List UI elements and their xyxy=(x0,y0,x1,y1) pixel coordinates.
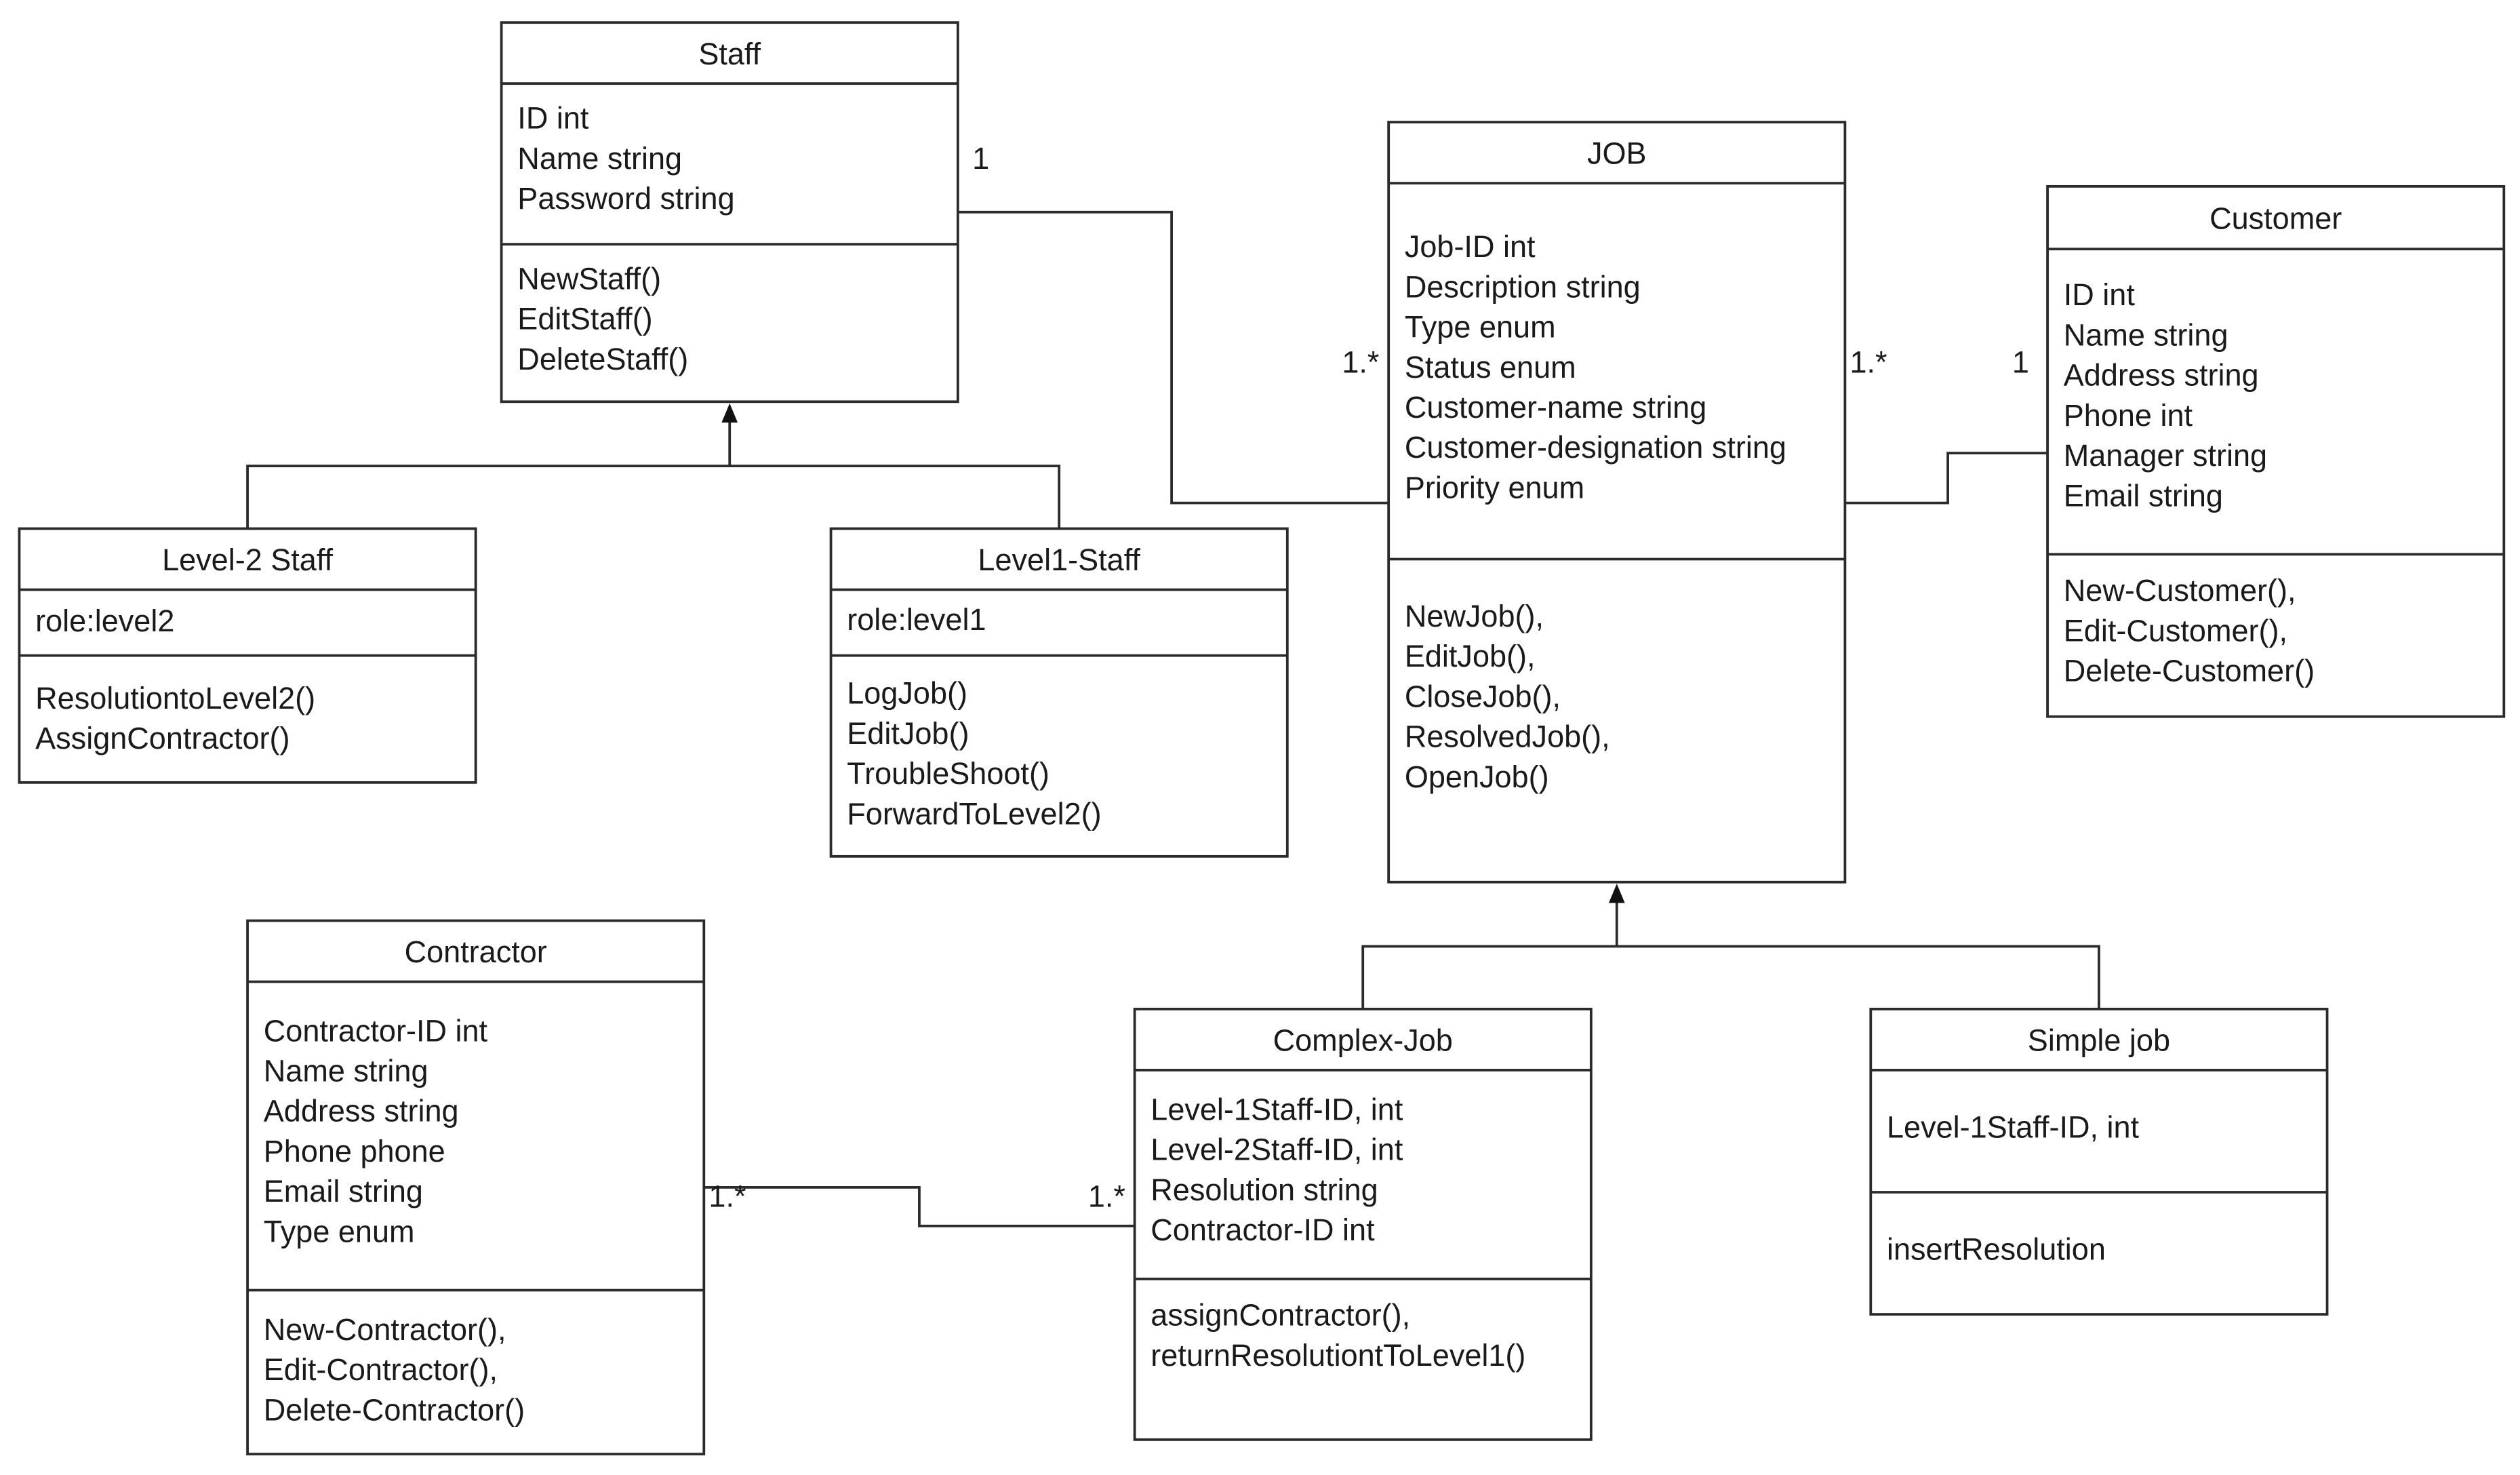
class-simple-job[interactable]: Simple job Level-1Staff-ID, int insertReso… xyxy=(1869,1008,2329,1316)
multiplicity-complexjob-side: 1.* xyxy=(1088,1179,1125,1213)
class-name: Simple job xyxy=(2028,1023,2170,1058)
class-attribute: Type enum xyxy=(1405,310,1556,345)
class-boxes: Staff ID int Name string Password string New… xyxy=(18,21,2506,1456)
class-method: ResolutiontoLevel2() xyxy=(35,681,315,715)
class-attribute: Level-2Staff-ID, int xyxy=(1151,1133,1403,1167)
class-contractor[interactable]: Contractor Contractor-ID int Name string Ad… xyxy=(246,919,706,1456)
class-attribute: Contractor-ID int xyxy=(1151,1213,1375,1247)
class-name: Staff xyxy=(698,37,761,71)
generalization-arrowhead-icon xyxy=(1608,884,1625,903)
class-attribute: Name string xyxy=(2064,317,2228,352)
multiplicity-staff-side: 1 xyxy=(972,141,989,176)
class-name: Level1-Staff xyxy=(978,543,1140,577)
class-name: Contractor xyxy=(405,935,547,969)
class-attribute: role:level1 xyxy=(847,602,986,637)
class-attribute: Name string xyxy=(517,141,682,176)
class-method: NewJob(), xyxy=(1405,599,1544,633)
class-method: OpenJob() xyxy=(1405,760,1549,794)
uml-class-diagram: 1 1.* 1.* 1 1.* 1.* Staff ID int Name stri… xyxy=(18,21,2506,1456)
class-method: Delete-Customer() xyxy=(2064,654,2315,688)
class-method: CloseJob(), xyxy=(1405,679,1561,713)
association-contractor-complexjob xyxy=(704,1186,1135,1227)
class-method: NewStaff() xyxy=(517,261,661,296)
class-method: ResolvedJob(), xyxy=(1405,720,1610,754)
class-method: EditJob(), xyxy=(1405,639,1536,673)
class-attribute: ID int xyxy=(517,101,589,136)
class-method: New-Contractor(), xyxy=(264,1312,506,1347)
class-attribute: Resolution string xyxy=(1151,1173,1378,1207)
multiplicity-job-right: 1.* xyxy=(1849,345,1887,380)
class-attribute: Description string xyxy=(1405,269,1641,304)
class-attribute: Phone int xyxy=(2064,398,2193,433)
class-name: Level-2 Staff xyxy=(162,543,333,577)
class-method: DeleteStaff() xyxy=(517,342,688,376)
association-staff-job xyxy=(957,210,1389,505)
class-customer[interactable]: Customer ID int Name string Address string P… xyxy=(2046,184,2506,718)
class-method: Edit-Contractor(), xyxy=(264,1352,498,1387)
class-method: TroubleShoot() xyxy=(847,756,1049,791)
class-name: JOB xyxy=(1587,136,1647,171)
class-attribute: role:level2 xyxy=(35,604,174,638)
class-method: insertResolution xyxy=(1887,1232,2106,1267)
class-attribute: Name string xyxy=(264,1054,428,1088)
class-attribute: Contractor-ID int xyxy=(264,1013,488,1048)
class-name: Customer xyxy=(2209,201,2342,236)
class-method: EditJob() xyxy=(847,716,969,751)
class-method: LogJob() xyxy=(847,676,967,711)
class-attribute: Email string xyxy=(264,1174,423,1208)
association-job-customer xyxy=(1845,452,2048,505)
class-attribute: Level-1Staff-ID, int xyxy=(1151,1092,1403,1126)
generalization-staff xyxy=(246,403,1061,529)
class-attribute: Customer-designation string xyxy=(1405,430,1786,465)
class-method: assignContractor(), xyxy=(1151,1298,1410,1333)
class-staff[interactable]: Staff ID int Name string Password string New… xyxy=(500,21,959,404)
class-attribute: Type enum xyxy=(264,1214,415,1248)
class-attribute: Status enum xyxy=(1405,350,1576,385)
class-method: Edit-Customer(), xyxy=(2064,613,2287,648)
class-attribute: Priority enum xyxy=(1405,470,1584,505)
class-attribute: Address string xyxy=(2064,358,2259,393)
class-job[interactable]: JOB Job-ID int Description string Type enum… xyxy=(1387,121,1847,884)
class-attribute: Password string xyxy=(517,181,734,216)
generalization-job xyxy=(1361,884,2100,1009)
class-attribute: Manager string xyxy=(2064,438,2267,473)
class-method: ForwardToLevel2() xyxy=(847,796,1101,831)
class-attribute: Customer-name string xyxy=(1405,390,1706,425)
class-method: returnResolutiontToLevel1() xyxy=(1151,1338,1525,1373)
class-attribute: ID int xyxy=(2064,277,2136,312)
class-method: Delete-Contractor() xyxy=(264,1392,525,1427)
class-attribute: Phone phone xyxy=(264,1134,445,1168)
class-method: EditStaff() xyxy=(517,302,652,336)
multiplicity-job-left: 1.* xyxy=(1342,345,1379,380)
multiplicity-customer-side: 1 xyxy=(2012,345,2029,380)
class-attribute: Address string xyxy=(264,1094,459,1128)
class-attribute: Email string xyxy=(2064,478,2223,513)
class-name: Complex-Job xyxy=(1273,1023,1453,1058)
class-method: AssignContractor() xyxy=(35,721,289,755)
class-attribute: Level-1Staff-ID, int xyxy=(1887,1109,2140,1144)
multiplicity-contractor-side: 1.* xyxy=(708,1179,746,1213)
class-method: New-Customer(), xyxy=(2064,573,2296,608)
class-level1-staff[interactable]: Level1-Staff role:level1 LogJob() EditJob()… xyxy=(829,527,1289,858)
class-complex-job[interactable]: Complex-Job Level-1Staff-ID, int Level-2St… xyxy=(1133,1008,1593,1441)
class-attribute: Job-ID int xyxy=(1405,229,1536,264)
class-level2-staff[interactable]: Level-2 Staff role:level2 ResolutiontoLeve… xyxy=(18,527,477,784)
generalization-arrowhead-icon xyxy=(721,403,738,423)
